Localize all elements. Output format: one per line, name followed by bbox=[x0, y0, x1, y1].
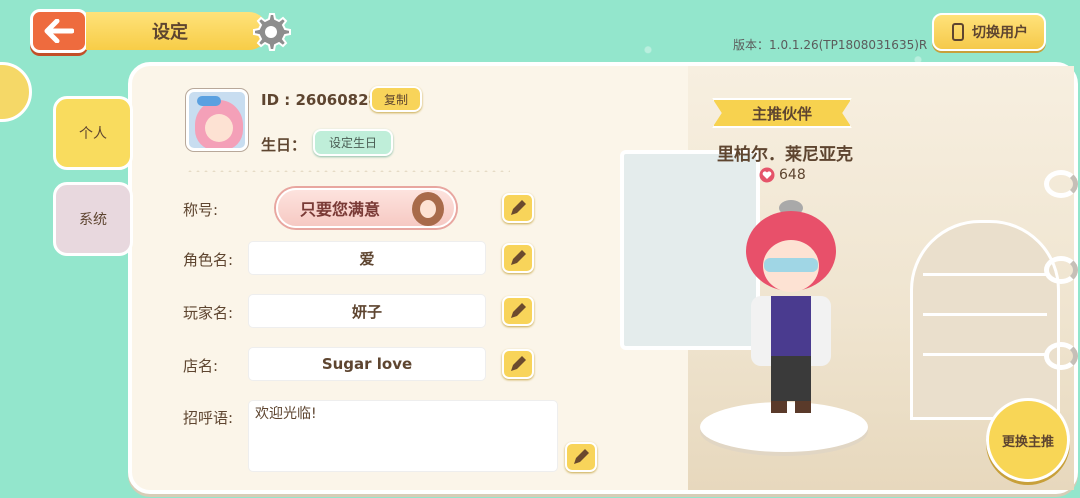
pencil-icon bbox=[511, 250, 526, 265]
tab-personal-label: 个人 bbox=[79, 126, 107, 142]
badge-character-icon bbox=[412, 192, 444, 226]
shop-name-label: 店名: bbox=[183, 357, 219, 375]
edit-greeting-button[interactable] bbox=[565, 442, 597, 472]
edit-player-name-button[interactable] bbox=[502, 296, 534, 326]
switch-user-button[interactable]: 切换用户 bbox=[932, 13, 1046, 51]
arrow-left-icon bbox=[44, 19, 74, 43]
role-name-field[interactable]: 爱 bbox=[248, 241, 486, 275]
copy-button[interactable]: 复制 bbox=[370, 86, 422, 112]
role-name-label: 角色名: bbox=[183, 251, 234, 269]
shop-name-field[interactable]: Sugar love bbox=[248, 347, 486, 381]
title-badge[interactable]: 只要您满意 bbox=[276, 188, 456, 228]
gear-icon bbox=[253, 13, 291, 51]
phone-icon bbox=[952, 23, 964, 41]
pencil-icon bbox=[511, 303, 526, 318]
set-birthday-button[interactable]: 设定生日 bbox=[313, 129, 393, 156]
pencil-icon bbox=[511, 356, 526, 371]
birthday-label: 生日： bbox=[261, 136, 307, 154]
player-id: ID : 26060828 bbox=[261, 91, 379, 109]
scene-shelf bbox=[910, 220, 1060, 420]
binder-ring bbox=[1044, 342, 1078, 370]
pencil-icon bbox=[574, 449, 589, 464]
greeting-field[interactable]: 欢迎光临! bbox=[248, 400, 558, 472]
back-button[interactable] bbox=[30, 9, 88, 53]
binder-ring bbox=[1044, 256, 1078, 284]
greeting-label: 招呼语: bbox=[183, 409, 234, 427]
edit-title-button[interactable] bbox=[502, 193, 534, 223]
player-name-field[interactable]: 妍子 bbox=[248, 294, 486, 328]
edit-shop-name-button[interactable] bbox=[502, 349, 534, 379]
binder-ring bbox=[1044, 170, 1078, 198]
edit-role-name-button[interactable] bbox=[502, 243, 534, 273]
tab-personal[interactable]: 个人 bbox=[53, 96, 133, 170]
partner-character[interactable] bbox=[726, 196, 856, 426]
affection-count: 648 bbox=[759, 167, 806, 183]
page-title: 设定 bbox=[86, 12, 268, 50]
heart-icon bbox=[759, 167, 775, 183]
title-label: 称号: bbox=[183, 201, 219, 219]
featured-partner-ribbon: 主推伙伴 bbox=[712, 98, 852, 128]
version-text: 版本：1.0.1.26(TP1808031635)R bbox=[733, 38, 928, 52]
player-name-label: 玩家名: bbox=[183, 304, 234, 322]
pencil-icon bbox=[511, 200, 526, 215]
affection-value: 648 bbox=[779, 167, 806, 183]
change-partner-button[interactable]: 更换主推 bbox=[986, 398, 1070, 482]
tab-system[interactable]: 系统 bbox=[53, 182, 133, 256]
avatar[interactable] bbox=[186, 89, 248, 151]
tab-system-label: 系统 bbox=[79, 212, 107, 228]
title-badge-text: 只要您满意 bbox=[300, 200, 381, 219]
divider bbox=[186, 170, 510, 172]
partner-name: 里柏尔．莱尼亚克 bbox=[717, 145, 853, 165]
switch-user-label: 切换用户 bbox=[972, 25, 1028, 41]
